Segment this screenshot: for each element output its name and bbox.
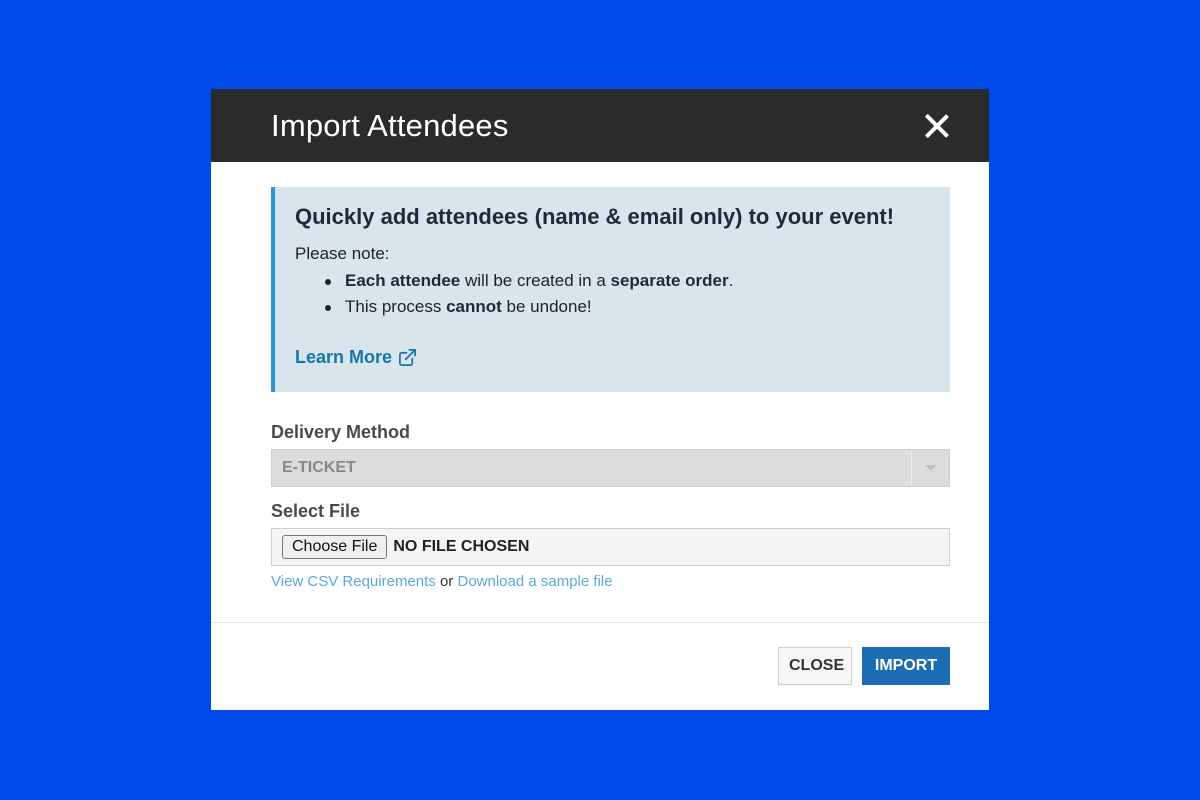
bullet-bold: Each attendee xyxy=(345,271,461,290)
list-item: Each attendee will be created in a separ… xyxy=(325,268,928,294)
list-item: This process cannot be undone! xyxy=(325,294,928,320)
bullet-bold: separate order xyxy=(610,271,729,290)
choose-file-button[interactable]: Choose File xyxy=(282,535,388,559)
import-attendees-dialog: Import Attendees Quickly add attendees (… xyxy=(211,89,989,710)
dialog-title: Import Attendees xyxy=(271,107,509,143)
delivery-method-value: E-TICKET xyxy=(282,459,356,476)
dialog-body: Quickly add attendees (name & email only… xyxy=(211,162,989,590)
bullet-text: will be created in a xyxy=(460,271,611,290)
bullet-text: This process xyxy=(345,297,447,316)
import-button[interactable]: IMPORT xyxy=(862,646,950,685)
learn-more-link[interactable]: Learn More xyxy=(295,347,417,368)
file-status: NO FILE CHOSEN xyxy=(393,538,530,555)
close-button[interactable]: CLOSE xyxy=(778,646,852,685)
notice-note: Please note: xyxy=(295,244,390,263)
bullet-bold: cannot xyxy=(446,297,502,316)
select-file-label: Select File xyxy=(271,501,361,521)
bullet-text: be undone! xyxy=(501,297,592,316)
or-text: or xyxy=(439,573,454,590)
dialog-header: Import Attendees xyxy=(211,89,989,162)
chevron-down-icon[interactable] xyxy=(911,450,949,486)
csv-links: View CSV Requirements or Download a samp… xyxy=(271,573,950,590)
delivery-method-select[interactable]: E-TICKET xyxy=(271,449,950,487)
notice-heading: Quickly add attendees (name & email only… xyxy=(295,204,895,229)
file-input[interactable]: Choose File NO FILE CHOSEN xyxy=(271,528,950,566)
dialog-footer: CLOSE IMPORT xyxy=(211,622,989,710)
csv-requirements-link[interactable]: View CSV Requirements xyxy=(271,573,436,590)
info-notice: Quickly add attendees (name & email only… xyxy=(271,187,950,392)
delivery-method-label: Delivery Method xyxy=(271,422,411,442)
download-sample-link[interactable]: Download a sample file xyxy=(457,573,612,590)
learn-more-label: Learn More xyxy=(295,347,393,367)
close-icon[interactable] xyxy=(923,112,951,140)
notice-list: Each attendee will be created in a separ… xyxy=(295,268,928,320)
bullet-text: . xyxy=(728,271,734,290)
external-link-icon xyxy=(399,349,416,366)
